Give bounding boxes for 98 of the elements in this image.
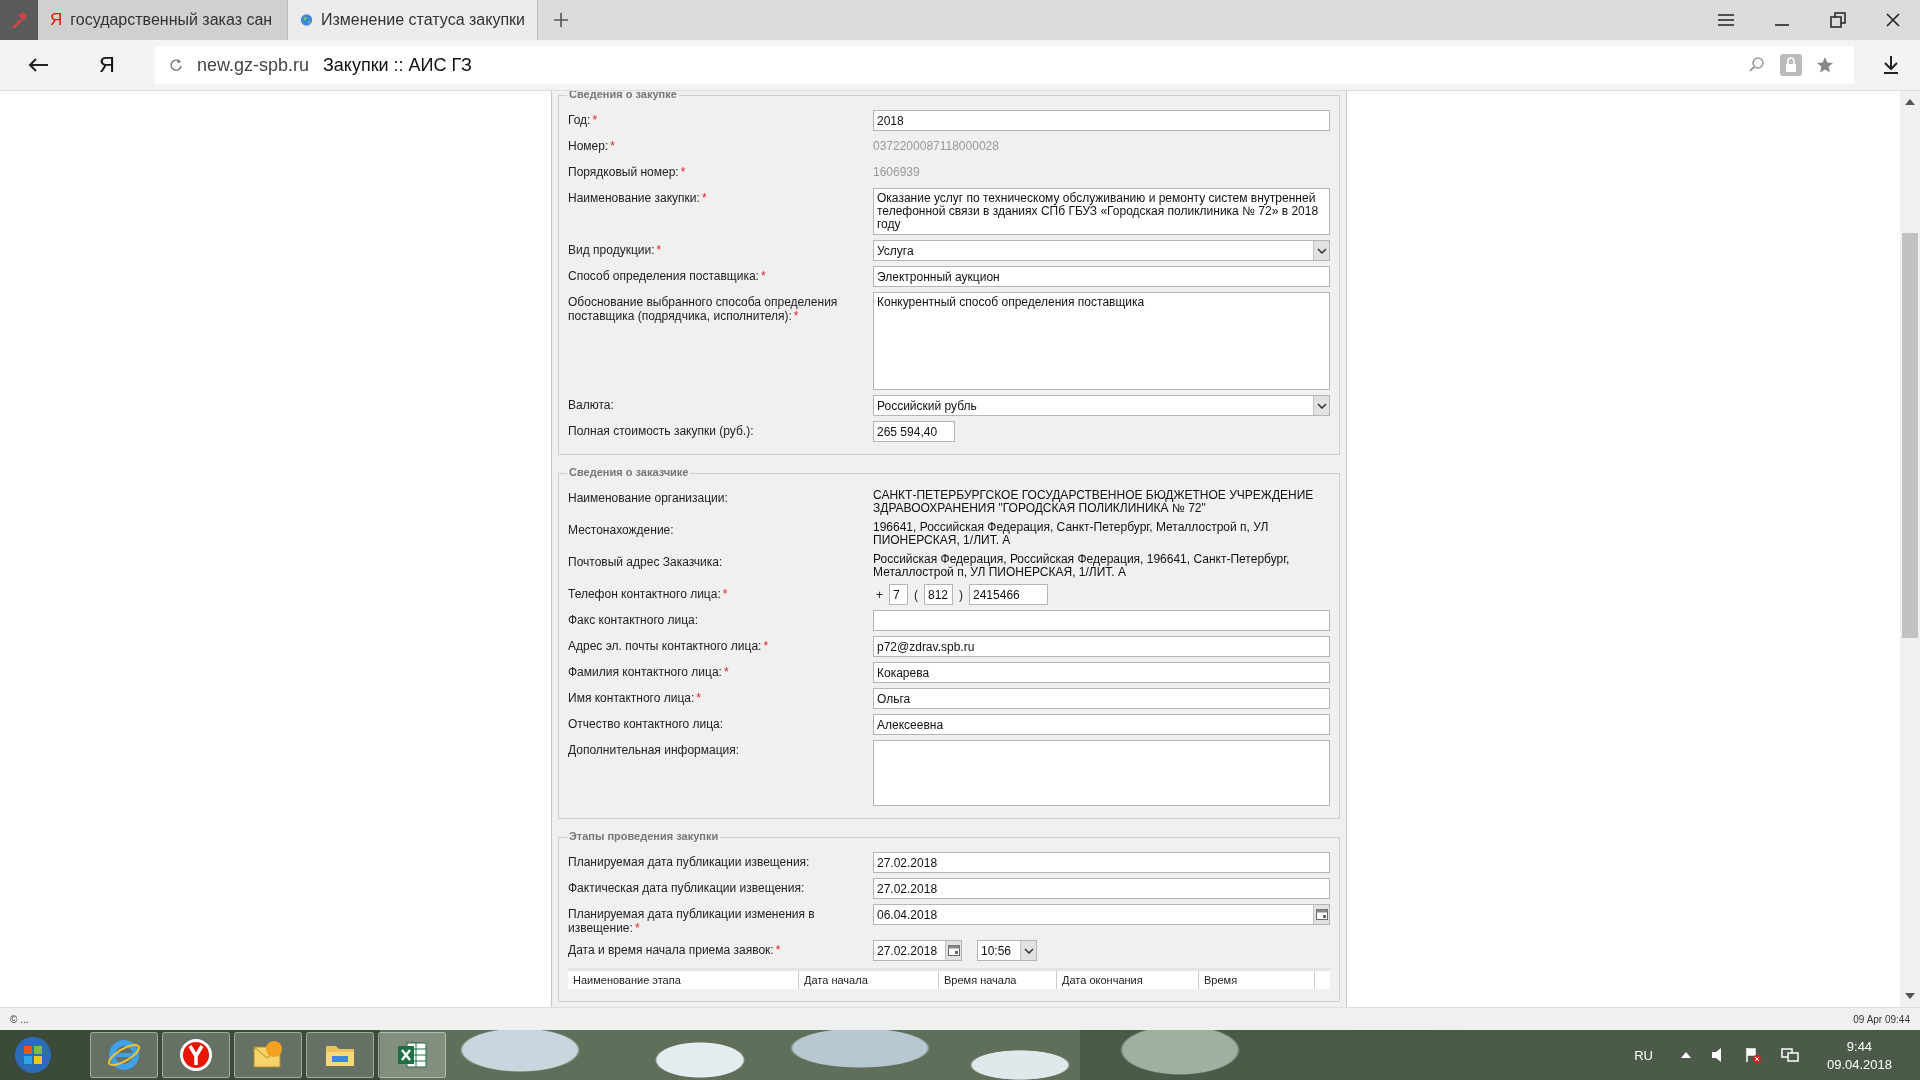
text-field[interactable]: p72@zdrav.spb.ru (873, 636, 1330, 657)
taskbar-app[interactable] (378, 1032, 446, 1078)
status-text: © ... (10, 1013, 29, 1025)
search-icon[interactable] (1748, 56, 1766, 74)
column-header[interactable]: Наименование этапа (568, 971, 799, 989)
y-circle-icon (179, 1038, 213, 1072)
star-icon[interactable] (1816, 56, 1834, 74)
paren: ) (959, 587, 963, 602)
scrollbar-thumb[interactable] (1902, 233, 1918, 638)
field-label: Обоснование выбранного способа определения поставщика (подрядчика, исполнителя): * (568, 294, 839, 325)
date-field[interactable]: 27.02.2018 (873, 940, 962, 961)
page-title: Закупки :: АИС ГЗ (322, 54, 472, 76)
phone-plus: + (876, 587, 883, 602)
text-field[interactable]: 2018 (873, 110, 1330, 131)
clock-time: 9:44 (1846, 1038, 1873, 1054)
field-label: Факс контактного лица: (568, 612, 700, 629)
reload-icon[interactable] (168, 58, 183, 72)
field-label: Дата и время начала приема заявок: * (568, 942, 782, 959)
field-label: Телефон контактного лица: * (568, 586, 729, 603)
field-label: Валюта: (568, 397, 615, 414)
language-indicator[interactable]: RU (1634, 1047, 1653, 1063)
column-header[interactable]: Дата окончания (1057, 971, 1199, 989)
field-label: Фактическая дата публикации извещения: (568, 880, 806, 897)
field-label: Почтовый адрес Заказчика: (568, 554, 724, 571)
download-icon[interactable] (1882, 55, 1900, 75)
field-label: Дополнительная информация: (568, 742, 741, 759)
time-dropdown[interactable]: 10:56 (977, 940, 1037, 961)
browser-tab[interactable]: Я государственный заказ сан (38, 0, 288, 40)
globe-icon (300, 12, 314, 28)
field-label: Планируемая дата публикации изменения в извещение: * (568, 906, 816, 935)
area-code-field[interactable]: 812 (924, 584, 953, 605)
text-field[interactable]: 27.02.2018 (873, 852, 1330, 873)
field-label: Адрес эл. почты контактного лица: * (568, 638, 770, 655)
field-value: 1606939 (873, 164, 921, 179)
dropdown[interactable]: Российский рубль (873, 395, 1330, 416)
scroll-down-icon[interactable] (1905, 993, 1915, 999)
text-field[interactable]: Электронный аукцион (873, 266, 1330, 287)
field-label: Наименование организации: (568, 490, 729, 507)
field-label: Номер: * (568, 138, 616, 155)
text-field[interactable]: Алексеевна (873, 714, 1330, 735)
column-header[interactable]: Время (1199, 971, 1315, 989)
browser-e-icon (107, 1038, 141, 1072)
paren: ( (914, 587, 918, 602)
section-legend: Этапы проведения закупки (567, 830, 721, 842)
clock[interactable]: 9:44 09.04.2018 (1826, 1038, 1892, 1072)
browser-logo[interactable]: Я (99, 52, 115, 78)
tab-logo: Я (50, 10, 63, 30)
text-field[interactable] (873, 610, 1330, 631)
browser-tab[interactable]: Изменение статуса закупки (288, 0, 538, 40)
field-value: 196641, Российская Федерация, Санкт-Петербург, Металлострой п, УЛ ПИОНЕРСКАЯ, 1/ЛИТ. А (873, 520, 1270, 547)
field-label: Год: * (568, 112, 599, 129)
taskbar-app[interactable] (90, 1032, 158, 1078)
text-field[interactable]: 265 594,40 (873, 421, 955, 442)
field-value: Российская Федерация, Российская Федерация, 196641, Санкт-Петербург, Металлострой п, УЛ ПИОНЕРСКАЯ, 1/ЛИТ. А (873, 552, 1291, 579)
network-icon[interactable] (1780, 1047, 1799, 1063)
url-domain: new.gz-spb.ru (196, 54, 309, 76)
calendar-icon[interactable] (945, 941, 961, 960)
text-field[interactable]: Ольга (873, 688, 1330, 709)
field-label: Имя контактного лица: * (568, 690, 702, 707)
up-arrow-icon[interactable] (1680, 1052, 1691, 1058)
back-arrow-icon[interactable] (27, 57, 49, 73)
section-legend: Сведения о закупке (567, 91, 679, 100)
field-label: Порядковый номер: * (568, 164, 687, 181)
taskbar-app[interactable] (306, 1032, 374, 1078)
taskbar-app[interactable] (162, 1032, 230, 1078)
status-time: 09 Apr 09:44 (1853, 1013, 1910, 1025)
phone-number-field[interactable]: 2415466 (969, 584, 1048, 605)
field-label: Фамилия контактного лица: * (568, 664, 730, 681)
text-field[interactable]: Кокарева (873, 662, 1330, 683)
taskbar-app[interactable] (234, 1032, 302, 1078)
field-label: Отчество контактного лица: (568, 716, 725, 733)
column-header[interactable]: Время начала (939, 971, 1057, 989)
text-area[interactable]: Конкурентный способ определения поставщика (873, 292, 1330, 390)
menu-icon[interactable] (1717, 13, 1735, 27)
section-legend: Сведения о заказчике (567, 466, 691, 478)
field-label: Способ определения поставщика: * (568, 268, 767, 285)
restore-icon[interactable] (1829, 12, 1847, 28)
field-label: Местонахождение: (568, 522, 675, 539)
field-value: САНКТ-ПЕТЕРБУРГСКОЕ ГОСУДАРСТВЕННОЕ БЮДЖЕТНОЕ УЧРЕЖДЕНИЕ ЗДРАВООХРАНЕНИЯ "ГОРОДСКАЯ ПОЛИКЛИНИКА № 72" (873, 488, 1315, 515)
country-code-field[interactable]: 7 (889, 584, 908, 605)
scrollbar[interactable] (1900, 91, 1920, 1007)
dropdown[interactable]: Услуга (873, 240, 1330, 261)
text-field[interactable]: 27.02.2018 (873, 878, 1330, 899)
field-label: Планируемая дата публикации извещения: (568, 854, 811, 871)
date-field[interactable]: 06.04.2018 (873, 904, 1330, 925)
column-header[interactable]: Дата начала (799, 971, 939, 989)
close-icon[interactable] (1885, 12, 1901, 28)
field-label: Полная стоимость закупки (руб.): (568, 423, 755, 440)
text-area[interactable]: Оказание услуг по техническому обслуживанию и ремонту систем внутренней телефонной связи в зданиях СПб ГБУЗ «Городская поликлиника № 72» в 2018 году (873, 188, 1330, 235)
address-field[interactable]: new.gz-spb.ru Закупки :: АИС ГЗ (154, 46, 1854, 84)
field-label: Вид продукции: * (568, 242, 663, 259)
field-label: Наименование закупки: * (568, 190, 708, 207)
scroll-up-icon[interactable] (1905, 99, 1915, 105)
flag-icon[interactable] (1744, 1047, 1761, 1063)
clock-date: 09.04.2018 (1826, 1056, 1892, 1072)
field-value: 0372200087118000028 (873, 138, 1000, 153)
new-tab-icon[interactable] (552, 11, 570, 29)
calendar-icon[interactable] (1313, 905, 1329, 924)
